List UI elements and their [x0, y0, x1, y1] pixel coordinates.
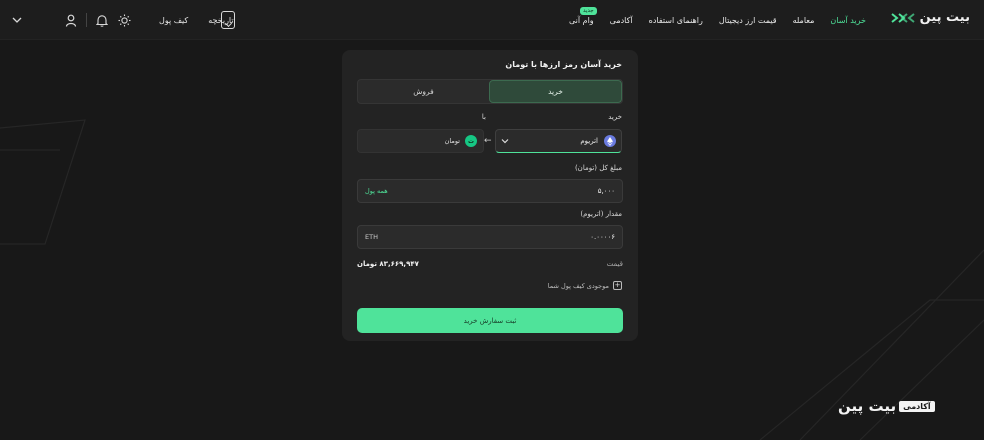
nav-item-guide[interactable]: راهنمای استفاده [649, 16, 703, 25]
toman-icon: ت [465, 135, 477, 147]
nav-item-instant-loan[interactable]: وام آنی جدید [568, 6, 597, 25]
arrow-left-icon: ← [484, 136, 492, 146]
crypto-amount-label: مقدار (اتریوم) [580, 210, 622, 218]
nav-item-trade[interactable]: معامله [793, 16, 815, 25]
pay-currency-box: ت تومان [357, 129, 484, 153]
chevron-down-icon [501, 139, 509, 144]
with-label: با [481, 113, 486, 121]
price-row: قیمت ۸۳,۶۶۹,۹۴۷ تومان [357, 260, 623, 268]
submit-buy-order-button[interactable]: ثبت سفارش خرید [357, 308, 623, 333]
tools-divider [86, 13, 87, 27]
history-link[interactable]: تاریخچه [208, 16, 233, 25]
new-badge: جدید [579, 6, 597, 15]
chevron-down-icon[interactable] [10, 13, 24, 27]
user-tools: کیف پول تاریخچه [10, 0, 234, 40]
nav-item-easy-buy[interactable]: خرید آسان [830, 16, 866, 25]
brand-logo[interactable]: بیت پین [890, 10, 970, 25]
ethereum-icon [604, 135, 616, 147]
logo-mark-icon [891, 12, 915, 23]
wallet-link[interactable]: کیف پول [159, 16, 188, 25]
crypto-select-value: اتریوم [580, 137, 598, 145]
main-nav: خرید آسان معامله قیمت ارز دیجیتال راهنما… [569, 0, 866, 40]
tab-buy[interactable]: خرید [489, 80, 622, 103]
academy-watermark: آکادمی بیت پین [838, 397, 935, 415]
wallet-balance-text: موجودی کیف پول شما [547, 281, 609, 290]
crypto-amount-value: ۰.۰۰۰۰۶ [590, 233, 615, 241]
plus-icon: + [613, 281, 622, 290]
price-value: ۸۳,۶۶۹,۹۴۷ تومان [357, 260, 419, 268]
sun-icon[interactable] [117, 13, 131, 27]
nav-item-instant-loan-label: وام آنی [568, 15, 594, 25]
tab-sell[interactable]: فروش [358, 80, 489, 103]
crypto-amount-field[interactable]: ۰.۰۰۰۰۶ ETH [357, 225, 623, 249]
total-amount-field[interactable]: ۵,۰۰۰ همه پول [357, 179, 623, 203]
total-amount-value: ۵,۰۰۰ [597, 187, 615, 195]
total-amount-label: مبلغ کل (تومان) [574, 164, 622, 172]
watermark-tag: آکادمی [899, 400, 935, 412]
pay-currency-label: تومان [444, 137, 460, 145]
buy-sell-tabs: خرید فروش [357, 79, 623, 104]
price-label: قیمت [606, 260, 623, 268]
card-title: خرید آسان رمز ارزها با تومان [505, 60, 622, 69]
crypto-select[interactable]: اتریوم [495, 129, 622, 153]
brand-name: بیت پین [919, 10, 971, 25]
easy-buy-card: خرید آسان رمز ارزها با تومان خرید فروش خ… [342, 50, 638, 341]
top-navigation-bar: بیت پین خرید آسان معامله قیمت ارز دیجیتا… [0, 0, 984, 40]
user-icon[interactable] [64, 13, 78, 27]
nav-item-academy[interactable]: آکادمی [610, 16, 633, 25]
all-balance-button[interactable]: همه پول [365, 187, 388, 195]
bell-icon[interactable] [95, 13, 109, 27]
buy-label: خرید [608, 113, 622, 121]
nav-item-crypto-prices[interactable]: قیمت ارز دیجیتال [719, 16, 777, 25]
crypto-amount-unit: ETH [365, 233, 378, 241]
wallet-balance-row[interactable]: + موجودی کیف پول شما [548, 281, 622, 290]
watermark-text: بیت پین [838, 397, 897, 415]
